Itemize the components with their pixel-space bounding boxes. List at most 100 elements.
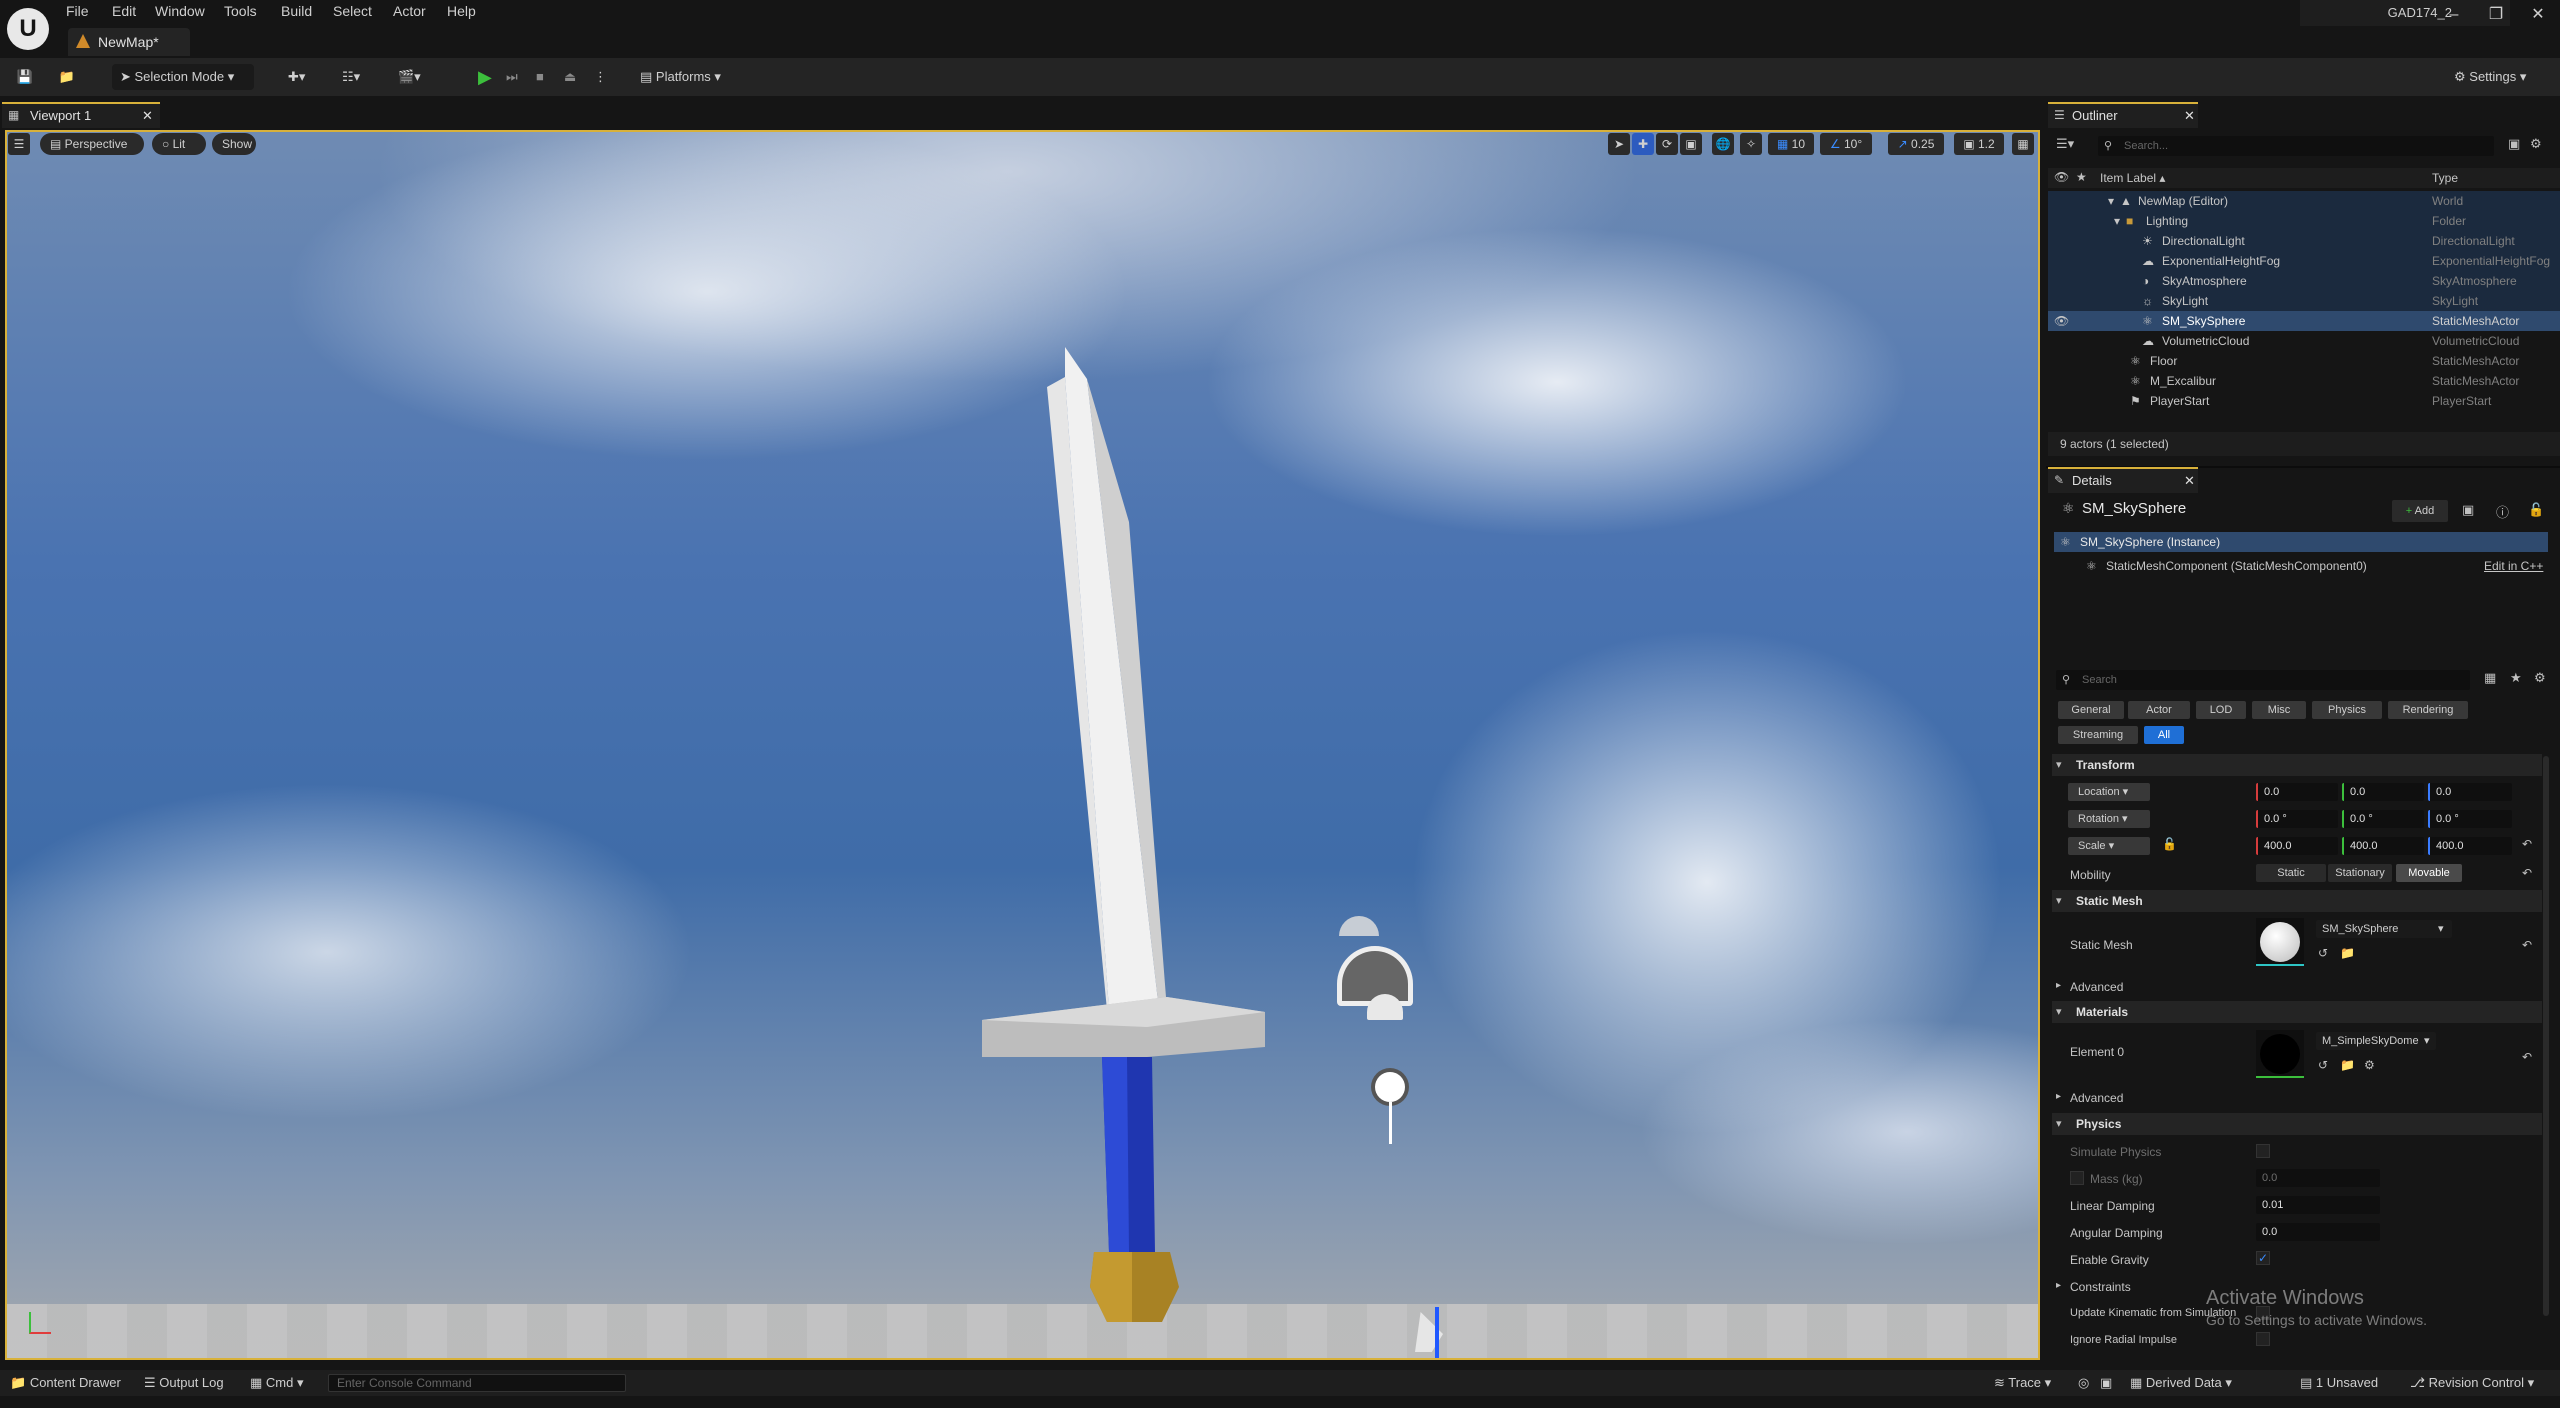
cmd-dropdown[interactable]: ▦ Cmd ▾ bbox=[250, 1370, 304, 1396]
menu-actor[interactable]: Actor bbox=[393, 0, 426, 24]
menu-window[interactable]: Window bbox=[155, 0, 205, 24]
settings-button[interactable]: ⚙ Settings ▾ bbox=[2454, 64, 2554, 90]
mass-input[interactable]: 0.0 bbox=[2256, 1169, 2380, 1187]
content-browser-icon[interactable]: 📁 bbox=[58, 64, 76, 90]
collapse-physics-icon[interactable]: ▾ bbox=[2056, 1113, 2062, 1135]
mobility-static[interactable]: Static bbox=[2256, 864, 2326, 882]
viewport-tab[interactable]: Viewport 1 ✕ bbox=[2, 102, 160, 128]
step-icon[interactable]: ⏭ bbox=[506, 64, 524, 90]
outliner-row[interactable] bbox=[2048, 291, 2560, 311]
help-icon[interactable]: ⓘ bbox=[2496, 502, 2509, 521]
use-selected-icon[interactable]: ↺ bbox=[2318, 1058, 2328, 1072]
material-picker[interactable]: M_SimpleSkyDome ▾ bbox=[2316, 1032, 2436, 1050]
filter-actor[interactable]: Actor bbox=[2128, 701, 2190, 719]
filter-lod[interactable]: LOD bbox=[2196, 701, 2246, 719]
lit-button[interactable]: ○ Lit bbox=[152, 133, 206, 155]
simulate-physics-checkbox[interactable] bbox=[2256, 1144, 2270, 1158]
content-drawer-button[interactable]: 📁 Content Drawer bbox=[10, 1370, 121, 1396]
screenshot-icon[interactable]: ▣ bbox=[2100, 1370, 2112, 1396]
physics-section[interactable]: Physics bbox=[2052, 1113, 2542, 1135]
blueprints-icon[interactable]: ☷▾ bbox=[342, 64, 378, 90]
camera-speed-button[interactable]: ▣ 1.2 bbox=[1954, 133, 2004, 155]
collapse-materials-icon[interactable]: ▾ bbox=[2056, 1001, 2062, 1023]
scale-tool-icon[interactable]: ▣ bbox=[1680, 133, 1702, 155]
map-tab[interactable]: NewMap* bbox=[68, 28, 190, 56]
selection-mode-dropdown[interactable]: ➤ Selection Mode ▾ bbox=[112, 64, 254, 90]
play-options-icon[interactable]: ⋮ bbox=[594, 64, 607, 90]
save-icon[interactable]: 💾 bbox=[16, 64, 34, 90]
rotation-z[interactable]: 0.0 ° bbox=[2428, 810, 2512, 828]
revision-control-dropdown[interactable]: ⎇ Revision Control ▾ bbox=[2410, 1370, 2534, 1396]
console-input[interactable]: Enter Console Command bbox=[328, 1374, 626, 1392]
eye-icon[interactable]: 👁 bbox=[2054, 311, 2069, 331]
expand-icon[interactable]: ▸ bbox=[2056, 980, 2061, 991]
grid-snap-button[interactable]: ▦ 10 bbox=[1768, 133, 1814, 155]
rotation-y[interactable]: 0.0 ° bbox=[2342, 810, 2424, 828]
add-folder-icon[interactable]: ▣ bbox=[2508, 136, 2520, 152]
use-selected-icon[interactable]: ↺ bbox=[2318, 946, 2328, 960]
expand-world-icon[interactable]: ▾ bbox=[2108, 191, 2114, 211]
mass-override-checkbox[interactable] bbox=[2070, 1171, 2084, 1185]
filter-streaming[interactable]: Streaming bbox=[2058, 726, 2138, 744]
rotate-tool-icon[interactable]: ⟳ bbox=[1656, 133, 1678, 155]
outliner-row-lighting[interactable] bbox=[2048, 211, 2560, 231]
edit-in-cpp-link[interactable]: Edit in C++ bbox=[2484, 556, 2543, 576]
menu-help[interactable]: Help bbox=[447, 0, 476, 24]
viewport-layout-icon[interactable]: ▦ bbox=[2012, 133, 2034, 155]
viewport-menu-icon[interactable]: ☰ bbox=[8, 133, 30, 155]
scale-z[interactable]: 400.0 bbox=[2428, 837, 2512, 855]
minimize-icon[interactable]: – bbox=[2440, 4, 2468, 26]
select-tool-icon[interactable]: ➤ bbox=[1608, 133, 1630, 155]
static-mesh-picker[interactable]: SM_SkySphere ▾ bbox=[2316, 920, 2452, 938]
mobility-stationary[interactable]: Stationary bbox=[2328, 864, 2392, 882]
ignore-radial-checkbox[interactable] bbox=[2256, 1332, 2270, 1346]
reset-mobility-icon[interactable]: ↶ bbox=[2522, 866, 2532, 880]
perspective-button[interactable]: ▤ Perspective bbox=[40, 133, 144, 155]
scale-dropdown[interactable]: Scale ▾ bbox=[2068, 837, 2150, 855]
close-details-icon[interactable]: ✕ bbox=[2184, 469, 2195, 493]
translate-tool-icon[interactable]: ✚ bbox=[1632, 133, 1654, 155]
trace-dropdown[interactable]: ≋ Trace ▾ bbox=[1994, 1370, 2051, 1396]
advanced-materials-toggle[interactable]: Advanced bbox=[2070, 1091, 2123, 1105]
menu-build[interactable]: Build bbox=[281, 0, 312, 24]
scale-lock-icon[interactable]: 🔓 bbox=[2162, 837, 2177, 851]
details-scrollbar[interactable] bbox=[2543, 756, 2549, 1316]
location-dropdown[interactable]: Location ▾ bbox=[2068, 783, 2150, 801]
expand-folder-icon[interactable]: ▾ bbox=[2114, 211, 2120, 231]
linear-damping-input[interactable]: 0.01 bbox=[2256, 1196, 2380, 1214]
play-icon[interactable]: ▶ bbox=[478, 64, 496, 90]
filter-rendering[interactable]: Rendering bbox=[2388, 701, 2468, 719]
material-thumbnail[interactable] bbox=[2256, 1030, 2304, 1078]
close-window-icon[interactable]: ✕ bbox=[2524, 4, 2552, 26]
menu-select[interactable]: Select bbox=[333, 0, 372, 24]
rotation-snap-button[interactable]: ∠ 10° bbox=[1820, 133, 1872, 155]
unreal-logo-icon[interactable]: U bbox=[7, 8, 49, 50]
surface-snap-icon[interactable]: ✧ bbox=[1740, 133, 1762, 155]
expand-icon[interactable]: ▸ bbox=[2056, 1091, 2061, 1102]
transform-section[interactable]: Transform bbox=[2052, 754, 2542, 776]
materials-section[interactable]: Materials bbox=[2052, 1001, 2542, 1023]
record-icon[interactable]: ◎ bbox=[2078, 1370, 2089, 1396]
details-settings-icon[interactable]: ⚙ bbox=[2534, 670, 2546, 686]
add-component-button[interactable]: + Add bbox=[2392, 500, 2448, 522]
location-y[interactable]: 0.0 bbox=[2342, 783, 2424, 801]
outliner-item-label[interactable]: Floor bbox=[2150, 351, 2177, 371]
directional-light-gizmo-icon[interactable] bbox=[1375, 1072, 1405, 1102]
output-log-button[interactable]: ☰ Output Log bbox=[144, 1370, 224, 1396]
reset-mesh-icon[interactable]: ↶ bbox=[2522, 938, 2532, 952]
outliner-item-label[interactable]: PlayerStart bbox=[2150, 391, 2209, 411]
show-button[interactable]: Show bbox=[212, 133, 256, 155]
details-search-input[interactable]: ⚲ Search bbox=[2056, 670, 2470, 690]
mobility-movable[interactable]: Movable bbox=[2396, 864, 2462, 882]
lock-icon[interactable]: 🔓 bbox=[2528, 502, 2544, 518]
stop-icon[interactable]: ■ bbox=[536, 64, 554, 90]
location-z[interactable]: 0.0 bbox=[2428, 783, 2512, 801]
add-actor-icon[interactable]: ✚▾ bbox=[288, 64, 324, 90]
browse-icon[interactable]: 📁 bbox=[2340, 1058, 2355, 1072]
details-tab[interactable]: Details ✕ bbox=[2048, 467, 2198, 493]
pin-column-icon[interactable]: ★ bbox=[2076, 170, 2087, 184]
platforms-button[interactable]: ▤ Platforms ▾ bbox=[640, 64, 740, 90]
world-space-icon[interactable]: 🌐 bbox=[1712, 133, 1734, 155]
constraints-toggle[interactable]: Constraints bbox=[2070, 1280, 2131, 1294]
static-mesh-section[interactable]: Static Mesh bbox=[2052, 890, 2542, 912]
